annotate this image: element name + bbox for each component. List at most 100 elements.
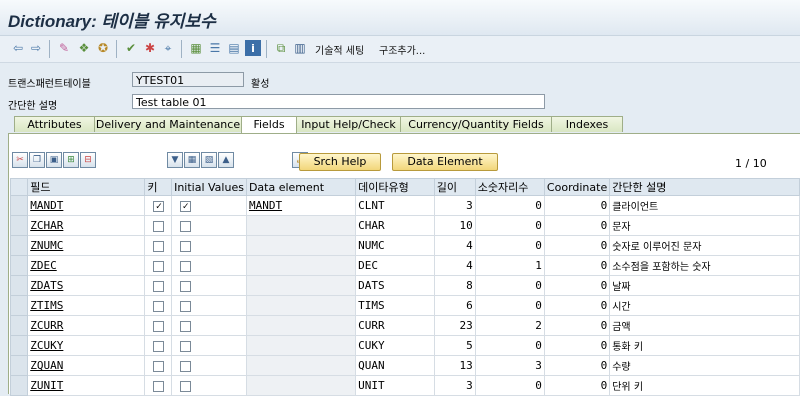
field-name-cell[interactable]: ZCUKY [27, 335, 146, 356]
short-description-cell[interactable]: 통화 키 [609, 335, 800, 356]
field-name-cell[interactable]: ZNUMC [27, 235, 146, 256]
coordinate-cell[interactable]: 0 [543, 275, 611, 296]
short-description-cell[interactable]: 클라이언트 [609, 195, 800, 216]
initial-values-checkbox[interactable] [180, 340, 192, 352]
display-object-list-icon[interactable]: ▤ [226, 40, 242, 56]
copy-icon[interactable]: ❐ [29, 152, 45, 168]
data-type-cell[interactable]: CLNT [355, 195, 435, 216]
data-element-button[interactable]: Data Element [392, 153, 498, 171]
key-checkbox[interactable] [153, 320, 165, 332]
length-cell[interactable]: 4 [433, 235, 476, 256]
row-selector[interactable] [9, 255, 29, 276]
coordinate-cell[interactable]: 0 [543, 235, 611, 256]
column-header-short-description[interactable]: 간단한 설명 [609, 178, 800, 196]
key-checkbox[interactable] [153, 360, 165, 372]
append-structure-button[interactable]: 구조추가... [379, 42, 425, 57]
tab-fields[interactable]: Fields [241, 116, 297, 133]
coordinate-cell[interactable]: 0 [543, 195, 611, 216]
tab-delivery-maintenance[interactable]: Delivery and Maintenance [94, 116, 242, 132]
coordinate-cell[interactable]: 0 [543, 255, 611, 276]
navigate-icon[interactable]: ▦ [188, 40, 204, 56]
data-type-cell[interactable]: QUAN [355, 355, 435, 376]
select-all-icon[interactable]: ▼ [167, 152, 183, 168]
deselect-all-icon[interactable]: ▦ [184, 152, 200, 168]
activate-icon[interactable]: ✪ [95, 40, 111, 56]
decimals-cell[interactable]: 3 [474, 355, 545, 376]
field-name-cell[interactable]: ZQUAN [27, 355, 146, 376]
row-selector[interactable] [9, 335, 29, 356]
key-checkbox[interactable] [153, 300, 165, 312]
tab-input-help-check[interactable]: Input Help/Check [296, 116, 401, 132]
key-checkbox[interactable] [153, 220, 165, 232]
row-selector[interactable] [9, 315, 29, 336]
initial-values-checkbox[interactable] [180, 240, 192, 252]
table-row[interactable]: ZNUMC NUMC 4 0 0 숫자로 이루어진 문자 [9, 235, 800, 256]
delete-row-icon[interactable]: ⊟ [80, 152, 96, 168]
decimals-cell[interactable]: 0 [474, 235, 545, 256]
field-name-cell[interactable]: ZDEC [27, 255, 146, 276]
forward-icon[interactable]: ⇨ [28, 40, 44, 56]
length-cell[interactable]: 6 [433, 295, 476, 316]
cut-icon[interactable]: ✂ [12, 152, 28, 168]
back-icon[interactable]: ⇦ [10, 40, 26, 56]
table-row[interactable]: MANDT ✓ ✓ MANDT CLNT 3 0 0 클라이언트 [9, 195, 800, 216]
field-name-cell[interactable]: ZCURR [27, 315, 146, 336]
initial-values-checkbox[interactable] [180, 360, 192, 372]
length-cell[interactable]: 4 [433, 255, 476, 276]
tab-attributes[interactable]: Attributes [14, 116, 95, 132]
row-selector[interactable] [9, 355, 29, 376]
data-element-cell[interactable] [245, 355, 357, 376]
column-header-data-type[interactable]: 데이타유형 [355, 178, 435, 196]
column-header-data-element[interactable]: Data element [245, 178, 357, 196]
coordinate-cell[interactable]: 0 [543, 315, 611, 336]
data-element-cell[interactable] [245, 255, 357, 276]
key-checkbox[interactable]: ✓ [153, 200, 165, 212]
column-header-length[interactable]: 길이 [433, 178, 476, 196]
decimals-cell[interactable]: 0 [474, 295, 545, 316]
sort-icon[interactable]: ▲ [218, 152, 234, 168]
data-type-cell[interactable]: DATS [355, 275, 435, 296]
data-element-cell[interactable] [245, 295, 357, 316]
short-description-cell[interactable]: 날짜 [609, 275, 800, 296]
display-change-icon[interactable]: ✎ [56, 40, 72, 56]
length-cell[interactable]: 8 [433, 275, 476, 296]
length-cell[interactable]: 3 [433, 195, 476, 216]
activate-icon-2[interactable]: ✱ [142, 40, 158, 56]
data-type-cell[interactable]: DEC [355, 255, 435, 276]
object-list-icon[interactable]: ☰ [207, 40, 223, 56]
key-checkbox[interactable] [153, 380, 165, 392]
row-selector-header[interactable] [9, 178, 29, 196]
column-header-initial-values[interactable]: Initial Values [171, 178, 247, 196]
key-checkbox[interactable] [153, 280, 165, 292]
table-row[interactable]: ZDATS DATS 8 0 0 날짜 [9, 275, 800, 296]
row-selector[interactable] [9, 235, 29, 256]
other-object-icon[interactable]: ❖ [76, 40, 92, 56]
column-header-field[interactable]: 필드 [27, 178, 146, 196]
coordinate-cell[interactable]: 0 [543, 295, 611, 316]
hierarchy-icon[interactable]: ⧉ [273, 40, 289, 56]
table-row[interactable]: ZCUKY CUKY 5 0 0 통화 키 [9, 335, 800, 356]
table-row[interactable]: ZCHAR CHAR 10 0 0 문자 [9, 215, 800, 236]
decimals-cell[interactable]: 0 [474, 215, 545, 236]
decimals-cell[interactable]: 1 [474, 255, 545, 276]
search-help-button[interactable]: Srch Help [299, 153, 381, 171]
info-icon[interactable]: i [245, 40, 261, 56]
short-description-cell[interactable]: 수량 [609, 355, 800, 376]
decimals-cell[interactable]: 2 [474, 315, 545, 336]
key-checkbox[interactable] [153, 260, 165, 272]
data-element-cell[interactable] [245, 315, 357, 336]
paste-icon[interactable]: ▣ [46, 152, 62, 168]
decimals-cell[interactable]: 0 [474, 195, 545, 216]
initial-values-checkbox[interactable] [180, 300, 192, 312]
data-type-cell[interactable]: NUMC [355, 235, 435, 256]
select-block-icon[interactable]: ▧ [201, 152, 217, 168]
short-description-field[interactable]: Test table 01 [132, 94, 545, 109]
field-name-cell[interactable]: ZDATS [27, 275, 146, 296]
data-element-cell[interactable] [245, 275, 357, 296]
field-name-cell[interactable]: ZTIMS [27, 295, 146, 316]
row-selector[interactable] [9, 195, 29, 216]
short-description-cell[interactable]: 소수점을 포함하는 숫자 [609, 255, 800, 276]
data-element-cell[interactable] [245, 215, 357, 236]
table-row[interactable]: ZTIMS TIMS 6 0 0 시간 [9, 295, 800, 316]
length-cell[interactable]: 23 [433, 315, 476, 336]
